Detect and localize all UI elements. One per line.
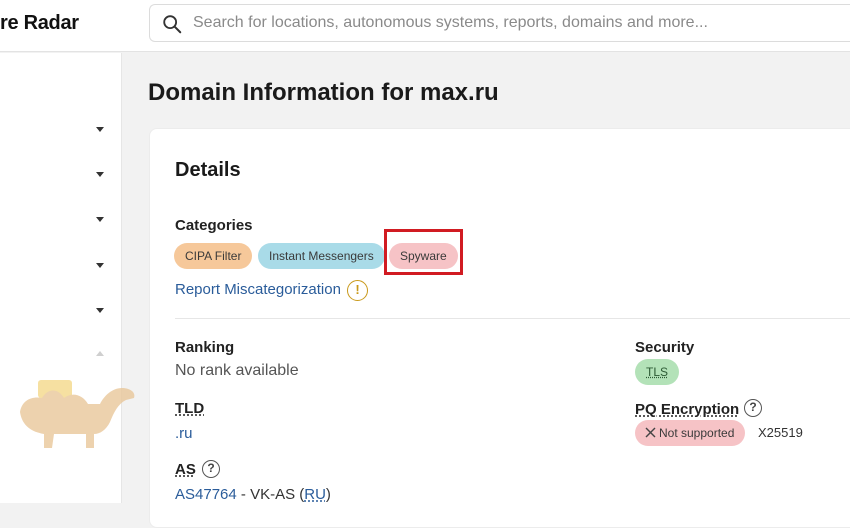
details-heading: Details (175, 159, 241, 181)
details-card: Details Categories CIPA Filter Instant M… (149, 128, 850, 528)
warning-icon[interactable]: ! (347, 280, 368, 301)
pq-status-badge: Not supported (635, 420, 746, 446)
security-tls-badge[interactable]: TLS (635, 359, 680, 385)
close-icon (645, 427, 656, 438)
brand-logo[interactable]: re Radar (0, 12, 79, 35)
ranking-value: No rank available (175, 362, 299, 379)
pq-encryption-label: PQ Encryption (635, 401, 740, 418)
pq-status-text: Not supported (659, 426, 735, 440)
sidebar-section-expand-icon[interactable] (96, 263, 104, 268)
search-input[interactable] (193, 7, 833, 39)
page-title: Domain Information for max.ru (148, 79, 499, 106)
report-miscategorization-link[interactable]: Report Miscategorization (175, 281, 341, 298)
search-icon (163, 15, 182, 34)
as-country-link[interactable]: RU (304, 486, 326, 503)
spyware-highlight-box (384, 229, 463, 275)
pq-key-exchange-value: X25519 (758, 425, 803, 440)
as-value: AS47764 - VK-AS (RU) (175, 486, 331, 503)
as-number-link[interactable]: AS47764 (175, 486, 237, 503)
categories-label: Categories (175, 217, 253, 234)
as-close-paren: ) (325, 486, 331, 503)
category-badge-instant-messengers: Instant Messengers (258, 243, 385, 269)
sidebar-section-expand-icon[interactable] (96, 172, 104, 177)
as-help-icon[interactable]: ? (202, 460, 220, 478)
top-bar: re Radar (0, 0, 850, 52)
as-name: - VK-AS ( (236, 486, 305, 503)
as-label: AS (175, 461, 196, 478)
section-divider (175, 318, 850, 319)
sidebar-section-expand-icon[interactable] (96, 217, 104, 222)
pq-help-icon[interactable]: ? (744, 399, 762, 417)
search-bar[interactable] (149, 4, 850, 42)
camel-watermark-icon (20, 380, 135, 448)
sidebar-section-collapse-icon[interactable] (96, 351, 104, 356)
tld-link[interactable]: .ru (175, 425, 193, 442)
sidebar-section-expand-icon[interactable] (96, 308, 104, 313)
category-badge-cipa-filter: CIPA Filter (174, 243, 253, 269)
sidebar-section-expand-icon[interactable] (96, 127, 104, 132)
tld-label: TLD (175, 400, 205, 417)
ranking-label: Ranking (175, 339, 235, 356)
security-label: Security (635, 339, 695, 356)
